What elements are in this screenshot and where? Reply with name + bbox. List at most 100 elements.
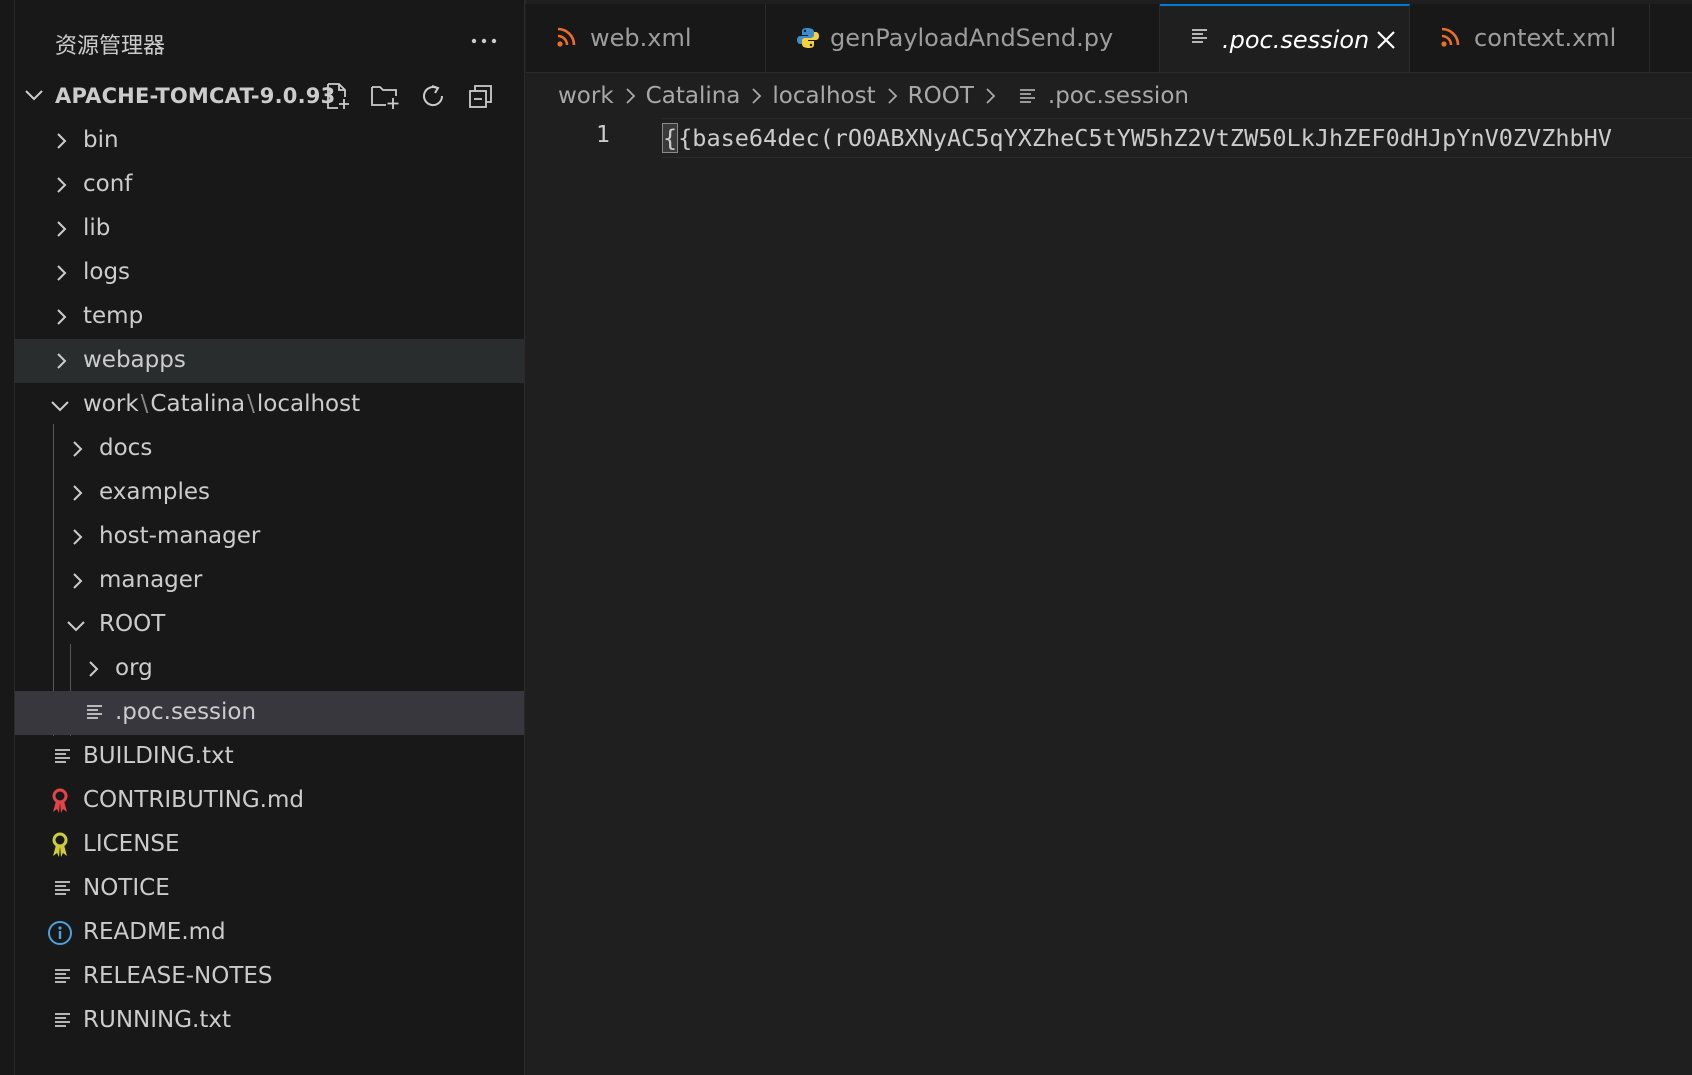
tree-item-work-catalina-localhost[interactable]: work\Catalina\localhost [15, 383, 524, 427]
tree-item-conf[interactable]: conf [15, 163, 524, 207]
code-line[interactable]: {{base64dec(rO0ABXNyAC5qYXZheC5tYW5hZ2Vt… [662, 118, 1692, 158]
chevron-right-icon [67, 439, 87, 459]
explorer-sidebar: 资源管理器 APACHE-TOMCAT-9.0.93 bin conf lib … [15, 0, 525, 1075]
tree-item-logs[interactable]: logs [15, 251, 524, 295]
project-root[interactable]: APACHE-TOMCAT-9.0.93 [15, 74, 524, 118]
tree-item-host-manager[interactable]: host-manager [15, 515, 524, 559]
path-separator: \ [140, 391, 149, 417]
tree-item-bin[interactable]: bin [15, 119, 524, 163]
tree-item-label: docs [99, 435, 153, 461]
chevron-right-icon [884, 86, 900, 106]
close-icon[interactable] [1372, 26, 1400, 54]
lines-icon [85, 702, 105, 722]
tree-item-label: bin [83, 127, 119, 153]
activity-bar-edge [0, 0, 15, 1075]
chevron-right-icon [51, 351, 71, 371]
tree-item-webapps[interactable]: webapps [15, 339, 524, 383]
tree-item-manager[interactable]: manager [15, 559, 524, 603]
tree-item-label: temp [83, 303, 144, 329]
chevron-right-icon [748, 86, 764, 106]
chevron-right-icon [51, 263, 71, 283]
tree-item-label: host-manager [99, 523, 261, 549]
info-icon [47, 920, 73, 946]
tree-item-label: RUNNING.txt [83, 1007, 231, 1033]
editor-area: web.xml genPayloadAndSend.py .poc.sessio… [526, 0, 1692, 1075]
chevron-right-icon [51, 307, 71, 327]
tree-item-label: BUILDING.txt [83, 743, 234, 769]
tree-item-label: NOTICE [83, 875, 170, 901]
breadcrumb-item[interactable]: ROOT [908, 83, 974, 109]
path-separator: \ [247, 391, 255, 417]
tree-item-label: CONTRIBUTING.md [83, 787, 304, 813]
new-file-icon[interactable] [320, 80, 354, 112]
chevron-right-icon [67, 527, 87, 547]
chevron-down-icon [65, 615, 87, 637]
tree-item-docs[interactable]: docs [15, 427, 524, 471]
chevron-right-icon [51, 219, 71, 239]
breadcrumb-item[interactable]: Catalina [646, 83, 741, 109]
tree-item-temp[interactable]: temp [15, 295, 524, 339]
explorer-title: 资源管理器 [55, 34, 166, 59]
tab-label: genPayloadAndSend.py [830, 24, 1114, 52]
tree-item-root[interactable]: ROOT [15, 603, 524, 647]
explorer-header: 资源管理器 [15, 4, 524, 76]
breadcrumb-item[interactable]: work [558, 83, 614, 109]
more-actions-icon[interactable] [467, 26, 501, 56]
tab-label: .poc.session [1222, 26, 1370, 54]
collapse-all-icon[interactable] [464, 80, 498, 112]
tree-item-release-notes[interactable]: RELEASE-NOTES [15, 955, 524, 999]
chevron-right-icon [67, 483, 87, 503]
path-segment: localhost [256, 391, 361, 417]
tree-item-building[interactable]: BUILDING.txt [15, 735, 524, 779]
lines-icon [1018, 86, 1038, 106]
rss-icon [1440, 26, 1460, 48]
tab-label: context.xml [1474, 24, 1617, 52]
line-number: 1 [596, 122, 610, 148]
lines-icon [53, 746, 73, 766]
tree-item-label: logs [83, 259, 131, 285]
project-name: APACHE-TOMCAT-9.0.93 [55, 84, 336, 108]
tree-item-label: LICENSE [83, 831, 180, 857]
new-folder-icon[interactable] [368, 80, 402, 112]
tab-label: web.xml [590, 24, 692, 52]
tree-item-label: webapps [83, 347, 186, 373]
refresh-icon[interactable] [416, 80, 450, 112]
code-content: {base64dec(rO0ABXNyAC5qYXZheC5tYW5hZ2VtZ… [678, 124, 1612, 152]
tree-item-label: org [115, 655, 153, 681]
tree-item-license[interactable]: LICENSE [15, 823, 524, 867]
tree-item-label: conf [83, 171, 133, 197]
tab-poc-session[interactable]: .poc.session [1160, 4, 1410, 72]
lines-icon [53, 878, 73, 898]
lines-icon [53, 1010, 73, 1030]
tree-item-label: lib [83, 215, 111, 241]
breadcrumb: work Catalina localhost ROOT .poc.sessio… [558, 78, 1189, 114]
code-text[interactable]: {{base64dec(rO0ABXNyAC5qYXZheC5tYW5hZ2Vt… [662, 123, 1612, 153]
rss-icon [556, 26, 576, 48]
chevron-down-icon [23, 84, 45, 106]
tree-item-lib[interactable]: lib [15, 207, 524, 251]
python-icon [796, 26, 820, 50]
tree-item-notice[interactable]: NOTICE [15, 867, 524, 911]
tree-item-running[interactable]: RUNNING.txt [15, 999, 524, 1043]
chevron-right-icon [982, 86, 998, 106]
lines-icon [1190, 26, 1210, 46]
tree-item-examples[interactable]: examples [15, 471, 524, 515]
tree-item-org[interactable]: org [15, 647, 524, 691]
tree-item-readme[interactable]: README.md [15, 911, 524, 955]
chevron-right-icon [51, 175, 71, 195]
breadcrumb-item[interactable]: localhost [772, 83, 875, 109]
tree-item-label: examples [99, 479, 210, 505]
tab-genpayloadandsend-py[interactable]: genPayloadAndSend.py [766, 4, 1160, 72]
tree-item-label: RELEASE-NOTES [83, 963, 273, 989]
chevron-right-icon [67, 571, 87, 591]
text-cursor: { [662, 123, 679, 153]
tree-item-label: ROOT [99, 611, 166, 637]
tab-context-xml[interactable]: context.xml [1410, 4, 1650, 72]
chevron-right-icon [622, 86, 638, 106]
tree-item-contributing[interactable]: CONTRIBUTING.md [15, 779, 524, 823]
breadcrumb-item[interactable]: .poc.session [1048, 83, 1189, 109]
tree-item-poc-session[interactable]: .poc.session [15, 691, 524, 735]
tree-item-label: README.md [83, 919, 226, 945]
ribbon-icon [49, 788, 71, 814]
tab-web-xml[interactable]: web.xml [526, 4, 766, 72]
